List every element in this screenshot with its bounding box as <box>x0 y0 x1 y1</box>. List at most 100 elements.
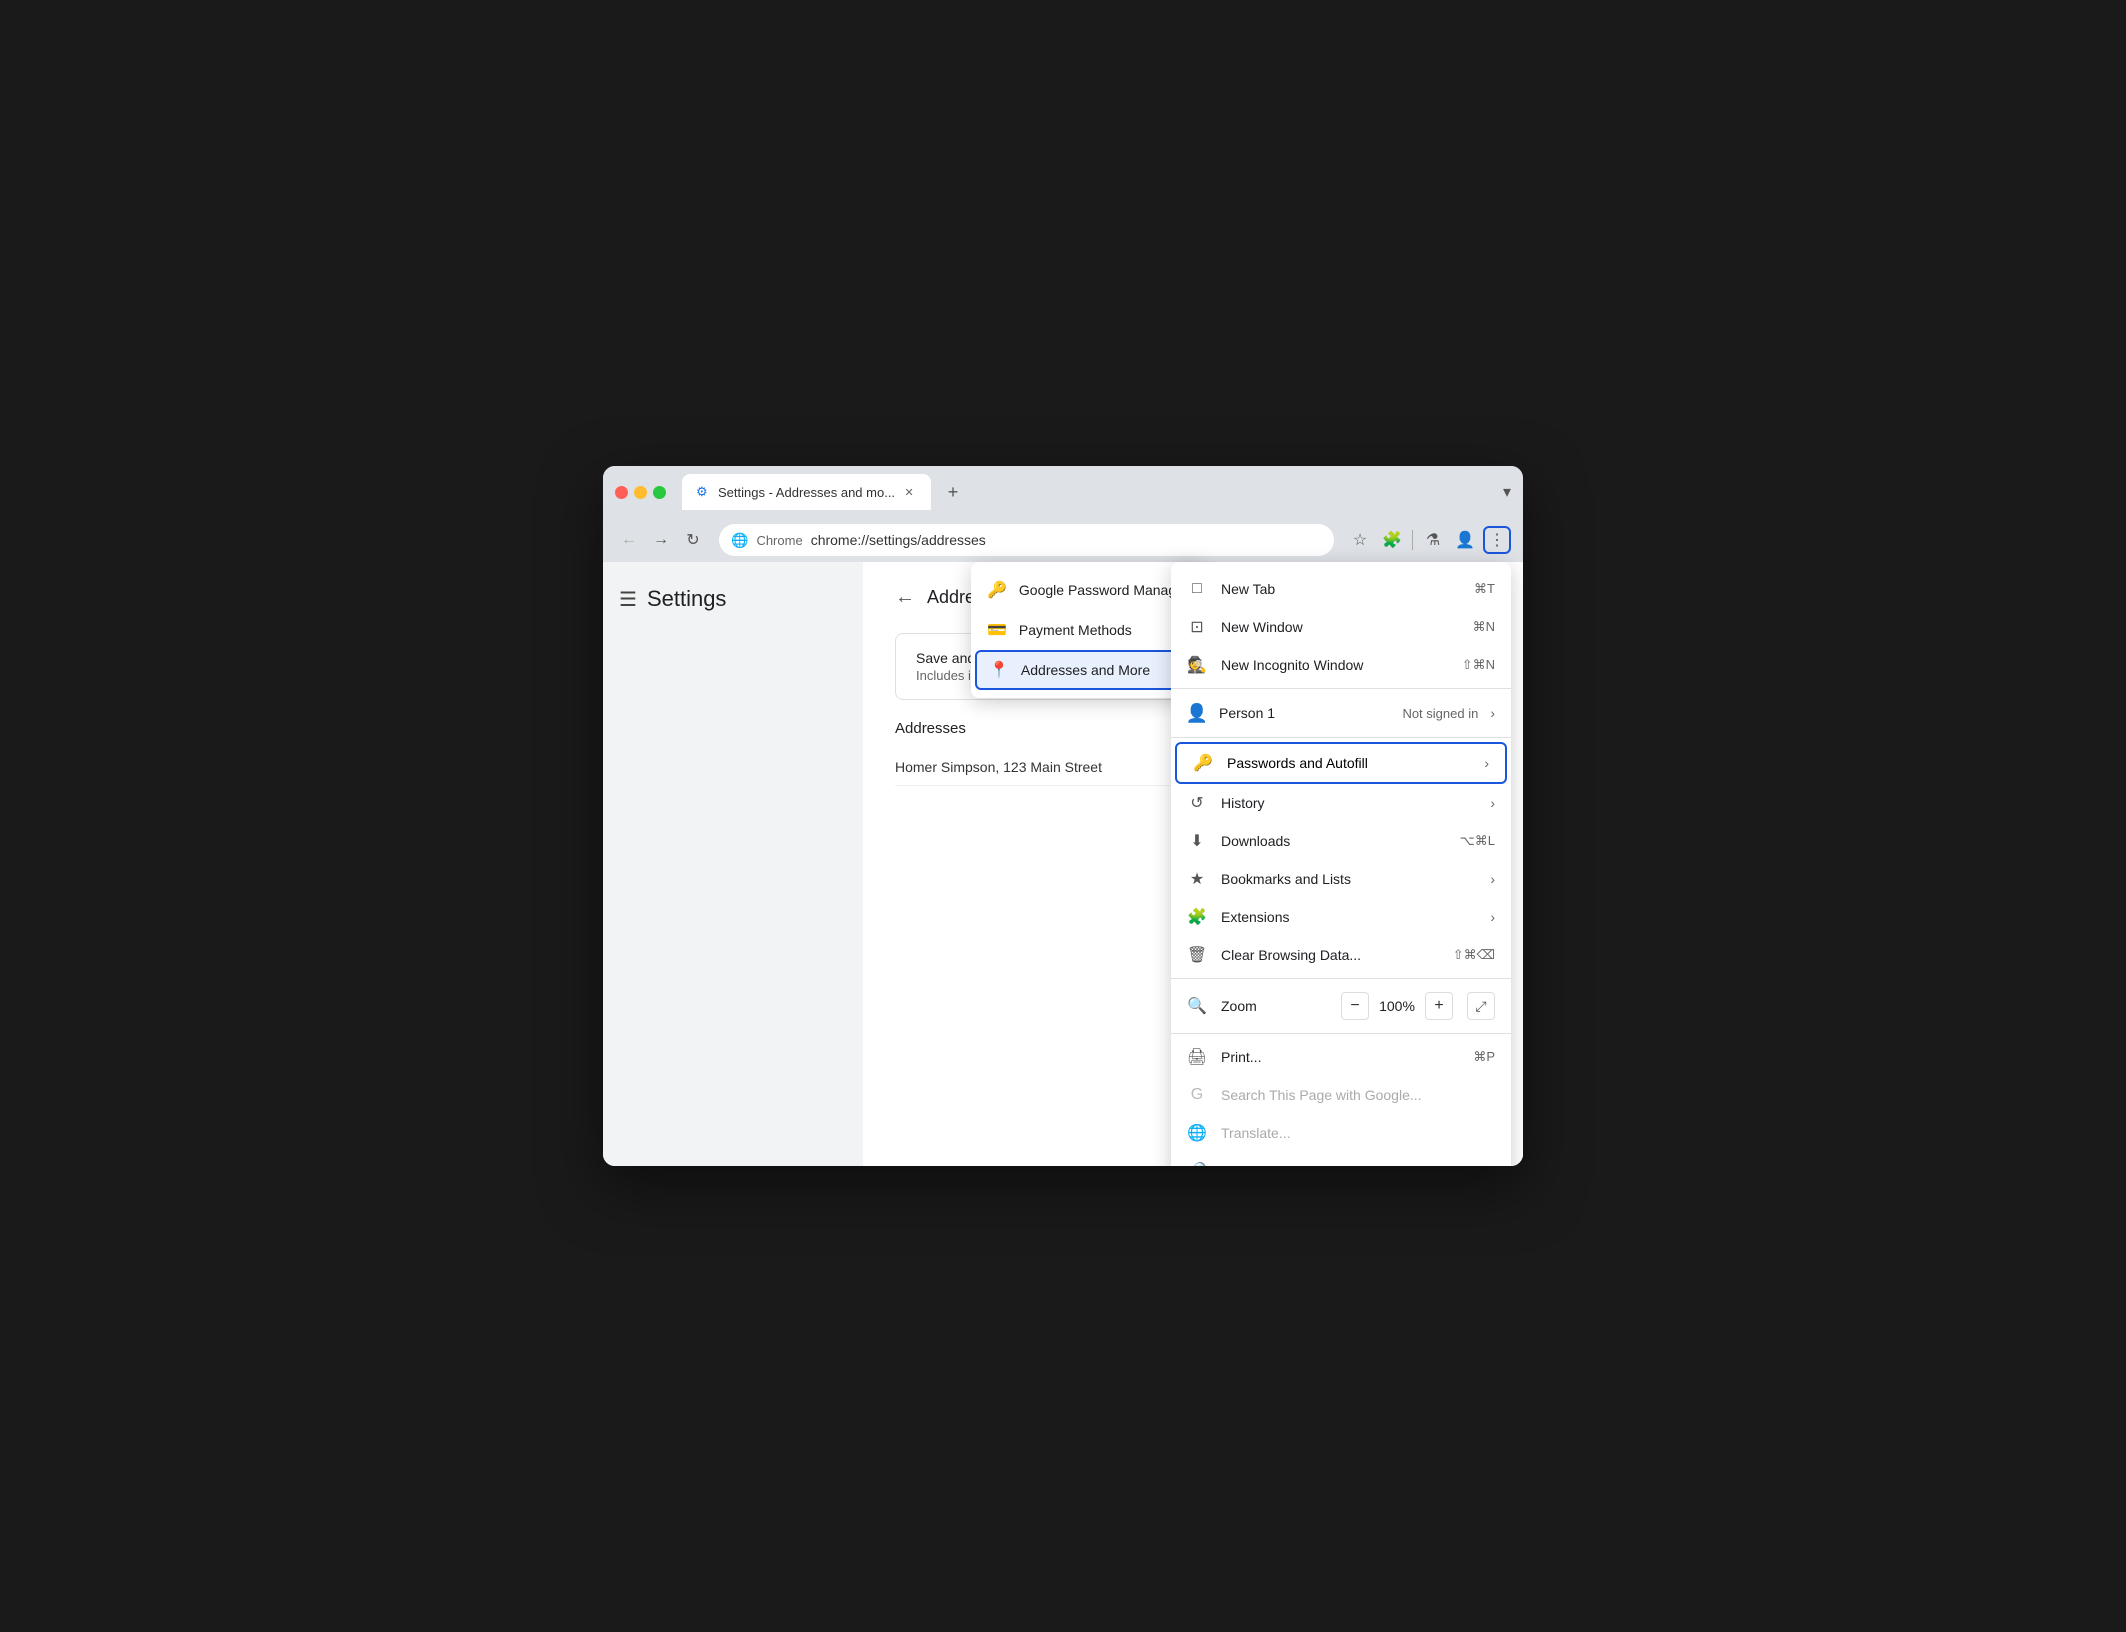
hamburger-icon[interactable]: ☰ <box>619 587 637 612</box>
zoom-controls: − 100% + <box>1341 992 1453 1020</box>
submenu-item-addresses-and-more[interactable]: 📍 Addresses and More <box>975 650 1201 690</box>
tab-expand-button[interactable]: ▾ <box>1503 482 1511 502</box>
clear-browsing-icon: 🗑 <box>1187 945 1207 965</box>
minimize-button[interactable] <box>634 486 647 499</box>
traffic-lights <box>615 486 666 499</box>
toolbar: ← → ↻ 🌐 Chrome chrome://settings/address… <box>603 518 1523 562</box>
tab-favicon: ⚙ <box>696 484 712 500</box>
extensions-arrow-icon: › <box>1490 909 1495 925</box>
bookmarks-label: Bookmarks and Lists <box>1221 871 1476 887</box>
new-window-label: New Window <box>1221 619 1459 635</box>
search-page-icon: G <box>1187 1085 1207 1105</box>
zoom-fullscreen-button[interactable]: ⤢ <box>1467 992 1495 1020</box>
menu-item-passwords-autofill[interactable]: 🔑 Passwords and Autofill › <box>1175 742 1507 784</box>
find-edit-arrow-icon: › <box>1490 1163 1495 1166</box>
new-tab-shortcut: ⌘T <box>1474 581 1495 597</box>
submenu-label-payment-methods: Payment Methods <box>1019 622 1132 638</box>
chrome-menu: □ New Tab ⌘T ⊡ New Window ⌘N 🕵 New Incog… <box>1171 562 1511 1166</box>
submenu-label-google-password-manager: Google Password Manager <box>1019 582 1189 598</box>
history-arrow-icon: › <box>1490 795 1495 811</box>
person-status: Not signed in <box>1402 706 1478 721</box>
print-shortcut: ⌘P <box>1473 1049 1495 1065</box>
payment-methods-icon: 💳 <box>987 620 1007 640</box>
extensions-icon[interactable]: 🧩 <box>1378 526 1406 554</box>
menu-item-extensions[interactable]: 🧩 Extensions › <box>1171 898 1511 936</box>
menu-item-new-incognito[interactable]: 🕵 New Incognito Window ⇧⌘N <box>1171 646 1511 684</box>
extensions-menu-icon: 🧩 <box>1187 907 1207 927</box>
menu-item-new-window[interactable]: ⊡ New Window ⌘N <box>1171 608 1511 646</box>
menu-item-search-page: G Search This Page with Google... <box>1171 1076 1511 1114</box>
chrome-label: Chrome <box>756 533 802 548</box>
translate-icon: 🌐 <box>1187 1123 1207 1143</box>
extensions-menu-label: Extensions <box>1221 909 1476 925</box>
maximize-button[interactable] <box>653 486 666 499</box>
zoom-in-button[interactable]: + <box>1425 992 1453 1020</box>
menu-divider-2 <box>1171 737 1511 738</box>
password-manager-icon: 🔑 <box>987 580 1007 600</box>
print-label: Print... <box>1221 1049 1459 1065</box>
forward-button[interactable]: → <box>647 526 675 554</box>
downloads-shortcut: ⌥⌘L <box>1460 833 1495 849</box>
history-label: History <box>1221 795 1476 811</box>
close-button[interactable] <box>615 486 628 499</box>
zoom-label: Zoom <box>1221 998 1327 1014</box>
find-edit-icon: 🔎 <box>1187 1161 1207 1166</box>
tab-close-button[interactable]: ✕ <box>901 484 917 500</box>
menu-item-bookmarks[interactable]: ★ Bookmarks and Lists › <box>1171 860 1511 898</box>
find-edit-label: Find and Edit <box>1221 1163 1476 1166</box>
profile-icon[interactable]: 👤 <box>1451 526 1479 554</box>
new-tab-button[interactable]: + <box>939 478 967 506</box>
autofill-submenu: 🔑 Google Password Manager 💳 Payment Meth… <box>971 562 1205 698</box>
downloads-label: Downloads <box>1221 833 1446 849</box>
person-icon: 👤 <box>1187 703 1207 723</box>
title-bar: ⚙ Settings - Addresses and mo... ✕ + ▾ <box>603 466 1523 518</box>
addresses-back-button[interactable]: ← <box>895 586 915 609</box>
menu-item-new-tab[interactable]: □ New Tab ⌘T <box>1171 570 1511 608</box>
passwords-autofill-label: Passwords and Autofill <box>1227 755 1470 771</box>
zoom-out-button[interactable]: − <box>1341 992 1369 1020</box>
passwords-autofill-arrow-icon: › <box>1484 755 1489 771</box>
submenu-label-addresses-and-more: Addresses and More <box>1021 662 1150 678</box>
menu-item-find-edit[interactable]: 🔎 Find and Edit › <box>1171 1152 1511 1166</box>
submenu-item-google-password-manager[interactable]: 🔑 Google Password Manager <box>971 570 1205 610</box>
settings-header: ☰ Settings <box>603 578 863 628</box>
back-button[interactable]: ← <box>615 526 643 554</box>
bookmark-icon[interactable]: ☆ <box>1346 526 1374 554</box>
zoom-icon: 🔍 <box>1187 996 1207 1016</box>
menu-item-translate: 🌐 Translate... <box>1171 1114 1511 1152</box>
menu-zoom-row: 🔍 Zoom − 100% + ⤢ <box>1171 983 1511 1029</box>
menu-item-history[interactable]: ↺ History › <box>1171 784 1511 822</box>
new-window-icon: ⊡ <box>1187 617 1207 637</box>
bookmarks-icon: ★ <box>1187 869 1207 889</box>
new-window-shortcut: ⌘N <box>1473 619 1495 635</box>
submenu-item-payment-methods[interactable]: 💳 Payment Methods <box>971 610 1205 650</box>
incognito-label: New Incognito Window <box>1221 657 1448 673</box>
toolbar-icons: ☆ 🧩 ⚗ 👤 ⋮ <box>1346 526 1511 554</box>
url-text: chrome://settings/addresses <box>811 532 1322 548</box>
sidebar: ☰ Settings <box>603 562 863 1166</box>
menu-item-downloads[interactable]: ⬇ Downloads ⌥⌘L <box>1171 822 1511 860</box>
incognito-icon: 🕵 <box>1187 655 1207 675</box>
incognito-shortcut: ⇧⌘N <box>1462 657 1495 673</box>
new-tab-label: New Tab <box>1221 581 1460 597</box>
active-tab[interactable]: ⚙ Settings - Addresses and mo... ✕ <box>682 474 931 510</box>
new-tab-icon: □ <box>1187 579 1207 599</box>
history-icon: ↺ <box>1187 793 1207 813</box>
clear-browsing-shortcut: ⇧⌘⌫ <box>1453 947 1495 963</box>
reload-button[interactable]: ↻ <box>679 526 707 554</box>
chrome-favicon: 🌐 <box>731 532 748 549</box>
menu-item-person[interactable]: 👤 Person 1 Not signed in › <box>1171 693 1511 733</box>
menu-divider-4 <box>1171 1033 1511 1034</box>
menu-divider-3 <box>1171 978 1511 979</box>
clear-browsing-label: Clear Browsing Data... <box>1221 947 1439 963</box>
passwords-autofill-icon: 🔑 <box>1193 753 1213 773</box>
menu-item-clear-browsing[interactable]: 🗑 Clear Browsing Data... ⇧⌘⌫ <box>1171 936 1511 974</box>
settings-title: Settings <box>647 586 727 612</box>
chrome-menu-button[interactable]: ⋮ <box>1483 526 1511 554</box>
toolbar-divider <box>1412 530 1413 550</box>
menu-item-print[interactable]: 🖨 Print... ⌘P <box>1171 1038 1511 1076</box>
labs-icon[interactable]: ⚗ <box>1419 526 1447 554</box>
address-bar[interactable]: 🌐 Chrome chrome://settings/addresses <box>719 524 1334 556</box>
zoom-value: 100% <box>1377 998 1417 1014</box>
translate-label: Translate... <box>1221 1125 1495 1141</box>
